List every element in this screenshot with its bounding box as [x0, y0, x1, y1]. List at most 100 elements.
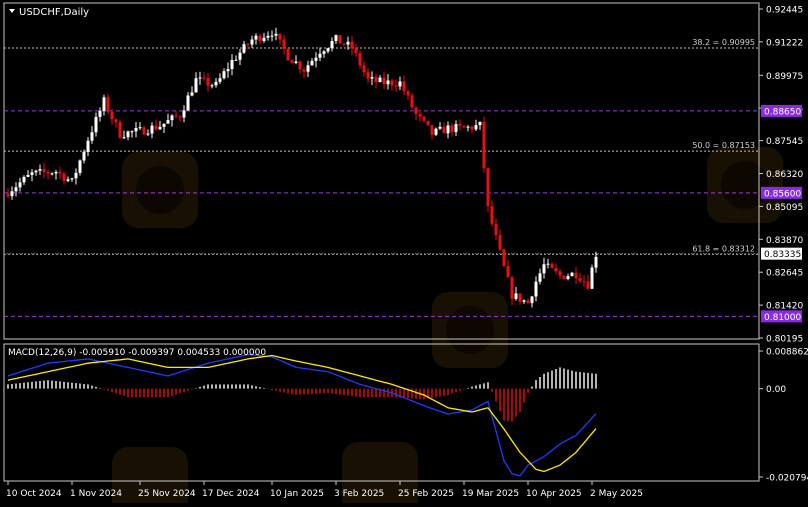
candle-body [290, 60, 294, 63]
candle-body [54, 172, 58, 174]
candle-body [374, 77, 378, 82]
price-axis-label: 0.87545 [766, 137, 803, 147]
candle-body [426, 120, 430, 126]
candle-body [418, 114, 422, 117]
price-axis-label: 0.86320 [766, 170, 803, 180]
candle-body [370, 77, 374, 79]
time-axis-label: 25 Feb 2025 [398, 489, 454, 499]
candle-body [26, 174, 30, 177]
candle-body [270, 35, 274, 37]
candle-body [334, 35, 338, 42]
candle-body [186, 95, 190, 111]
candle-body [250, 39, 254, 45]
candle-body [70, 178, 74, 180]
candle-body [458, 124, 462, 126]
candle-body [442, 126, 446, 134]
candle-body [382, 77, 386, 85]
candle-body [110, 111, 114, 120]
candle-body [30, 172, 34, 175]
chart-background [0, 0, 808, 503]
candle-body [498, 235, 502, 250]
candle-body [138, 127, 142, 129]
candle-body [126, 131, 130, 138]
candle-body [330, 41, 334, 49]
price-axis-label: 0.92445 [766, 6, 803, 16]
candle-body [266, 35, 270, 38]
macd-axis-label: 0.00 [766, 385, 786, 395]
candle-body [482, 121, 486, 169]
time-axis-label: 1 Nov 2024 [70, 489, 122, 499]
candle-body [62, 173, 66, 181]
candle-body [546, 263, 550, 265]
candle-body [242, 44, 246, 53]
candle-body [102, 97, 106, 111]
fib-level-label: 38.2 = 0.90995 [692, 38, 755, 47]
chart-title: USDCHF,Daily [19, 7, 89, 18]
candle-body [522, 300, 526, 302]
candle-body [94, 116, 98, 133]
candle-body [594, 256, 598, 268]
candle-body [466, 126, 470, 128]
candle-body [294, 61, 298, 63]
candle-body [162, 123, 166, 127]
candle-body [210, 85, 214, 87]
candle-body [574, 272, 578, 279]
candle-body [226, 69, 230, 72]
candle-body [474, 125, 478, 130]
price-axis-label: 0.85095 [766, 203, 803, 213]
candle-body [562, 275, 566, 279]
candle-body [358, 53, 362, 66]
candle-body [258, 35, 262, 41]
candle-body [450, 125, 454, 132]
candle-body [82, 151, 86, 161]
horizontal-level-label: 0.85600 [764, 189, 801, 199]
candle-body [46, 171, 50, 174]
candle-body [14, 187, 18, 192]
candle-body [338, 35, 342, 44]
candle-body [518, 293, 522, 302]
time-axis-label: 10 Oct 2024 [6, 489, 62, 499]
candle-body [378, 77, 382, 82]
candle-body [274, 33, 278, 36]
candle-body [346, 41, 350, 45]
candle-body [410, 95, 414, 108]
candle-body [158, 126, 162, 130]
candle-body [502, 249, 506, 266]
candle-body [302, 69, 306, 72]
candle-body [214, 81, 218, 86]
macd-title: MACD(12,26,9) -0.005910 -0.009397 0.0045… [8, 348, 266, 358]
candle-body [262, 37, 266, 41]
candle-body [254, 35, 258, 40]
time-axis-label: 25 Nov 2024 [138, 489, 196, 499]
candle-body [394, 85, 398, 87]
candle-body [218, 78, 222, 82]
candle-body [182, 110, 186, 118]
candle-body [570, 272, 574, 277]
candle-body [114, 119, 118, 123]
candle-body [322, 51, 326, 54]
candle-body [470, 126, 474, 130]
current-price-label: 0.83335 [764, 250, 801, 260]
candle-body [238, 52, 242, 60]
price-axis-label: 0.89975 [766, 72, 803, 82]
macd-axis-label: -0.020794 [766, 474, 808, 484]
candle-body [386, 80, 390, 85]
candle-body [446, 125, 450, 134]
candle-body [282, 39, 286, 49]
candle-body [506, 265, 510, 278]
candle-body [534, 281, 538, 297]
time-axis-label: 10 Jan 2025 [270, 489, 324, 499]
price-axis-label: 0.82645 [766, 269, 803, 279]
chart-window: 38.2 = 0.90995 50.0 = 0.87153 61.8 = 0.833… [0, 0, 808, 507]
candle-body [90, 132, 94, 141]
macd-axis-label: 0.008862 [766, 348, 808, 358]
candle-body [34, 170, 38, 173]
candle-body [398, 81, 402, 87]
candle-body [314, 57, 318, 61]
candle-body [298, 61, 302, 70]
candle-body [286, 48, 290, 61]
chart-svg: 38.2 = 0.90995 50.0 = 0.87153 61.8 = 0.833… [0, 0, 808, 507]
candle-body [434, 128, 438, 135]
time-axis-label: 3 Feb 2025 [334, 489, 384, 499]
candle-body [78, 160, 82, 173]
